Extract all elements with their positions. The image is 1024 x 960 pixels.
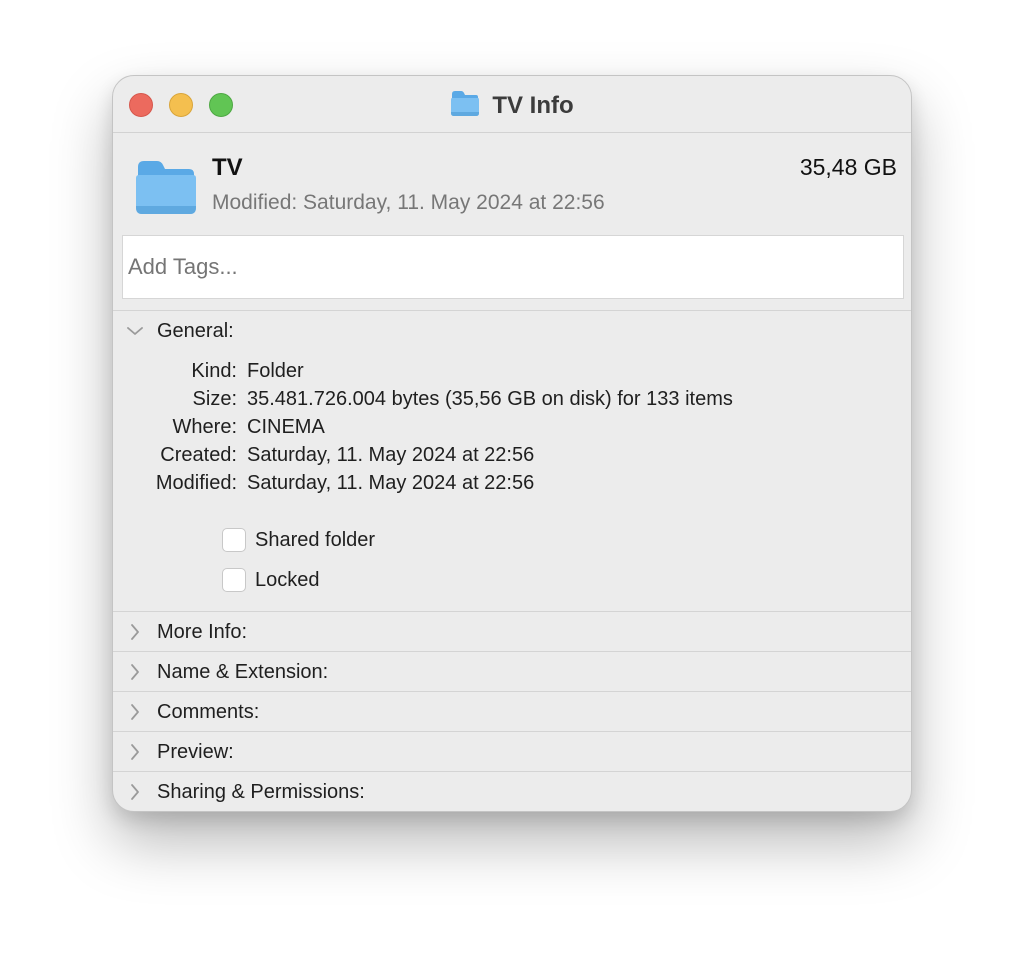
shared-folder-option[interactable]: Shared folder — [222, 528, 375, 552]
section-general[interactable]: General: — [113, 311, 911, 351]
locked-option[interactable]: Locked — [222, 568, 320, 592]
section-more-info[interactable]: More Info: — [113, 612, 911, 652]
chevron-down-icon[interactable] — [113, 325, 157, 337]
checkbox-label: Shared folder — [255, 528, 376, 551]
item-size: 35,48 GB — [799, 154, 897, 180]
info-row-size: Size: 35.481.726.004 bytes (35,56 GB on … — [192, 388, 733, 410]
section-sharing-permissions[interactable]: Sharing & Permissions: — [113, 772, 911, 811]
chevron-right-icon[interactable] — [113, 623, 157, 641]
info-row-where: Where: CINEMA — [172, 416, 325, 438]
section-preview[interactable]: Preview: — [113, 732, 911, 772]
info-row-kind: Kind: Folder — [191, 360, 304, 382]
folder-icon — [135, 158, 197, 221]
info-row-created: Created: Saturday, 11. May 2024 at 22:56 — [160, 444, 535, 466]
section-name-extension[interactable]: Name & Extension: — [113, 652, 911, 692]
chevron-right-icon[interactable] — [113, 663, 157, 681]
section-comments[interactable]: Comments: — [113, 692, 911, 732]
section-label: General: — [157, 319, 234, 342]
chevron-right-icon[interactable] — [113, 783, 157, 801]
chevron-right-icon[interactable] — [113, 703, 157, 721]
locked-checkbox[interactable] — [222, 568, 246, 592]
folder-icon — [450, 89, 480, 122]
section-label: More Info: — [157, 620, 248, 643]
info-window: TV Info TV Modified: Saturday, 11. May 2… — [112, 75, 912, 812]
title-bar[interactable]: TV Info — [113, 76, 911, 133]
shared-folder-checkbox[interactable] — [222, 528, 246, 552]
section-label: Sharing & Permissions: — [157, 780, 365, 803]
chevron-right-icon[interactable] — [113, 743, 157, 761]
section-label: Name & Extension: — [157, 660, 329, 683]
section-label: Comments: — [157, 700, 260, 723]
item-modified: Modified: Saturday, 11. May 2024 at 22:5… — [212, 191, 605, 214]
info-row-modified: Modified: Saturday, 11. May 2024 at 22:5… — [155, 472, 535, 494]
item-name: TV — [212, 154, 243, 181]
checkbox-label: Locked — [255, 568, 320, 591]
tags-input[interactable] — [122, 235, 904, 299]
info-header: TV Modified: Saturday, 11. May 2024 at 2… — [113, 134, 911, 234]
window-title: TV Info — [492, 91, 574, 119]
section-label: Preview: — [157, 740, 234, 763]
